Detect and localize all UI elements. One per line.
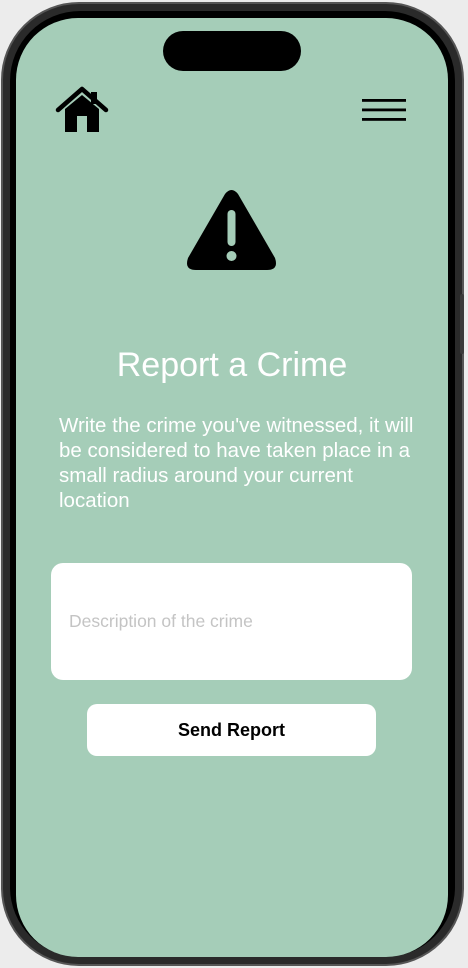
phone-device: Report a Crime Write the crime you've wi… [0, 0, 468, 968]
hamburger-menu-icon[interactable] [361, 97, 407, 123]
warning-icon [185, 188, 278, 272]
home-icon[interactable] [55, 85, 109, 135]
send-report-button[interactable]: Send Report [87, 704, 376, 756]
side-button [460, 294, 464, 354]
app-screen: Report a Crime Write the crime you've wi… [16, 18, 448, 957]
page-title: Report a Crime [116, 346, 348, 384]
instructions-text: Write the crime you've witnessed, it wil… [59, 414, 414, 512]
dynamic-island [163, 31, 301, 71]
crime-description-input[interactable] [51, 563, 412, 680]
